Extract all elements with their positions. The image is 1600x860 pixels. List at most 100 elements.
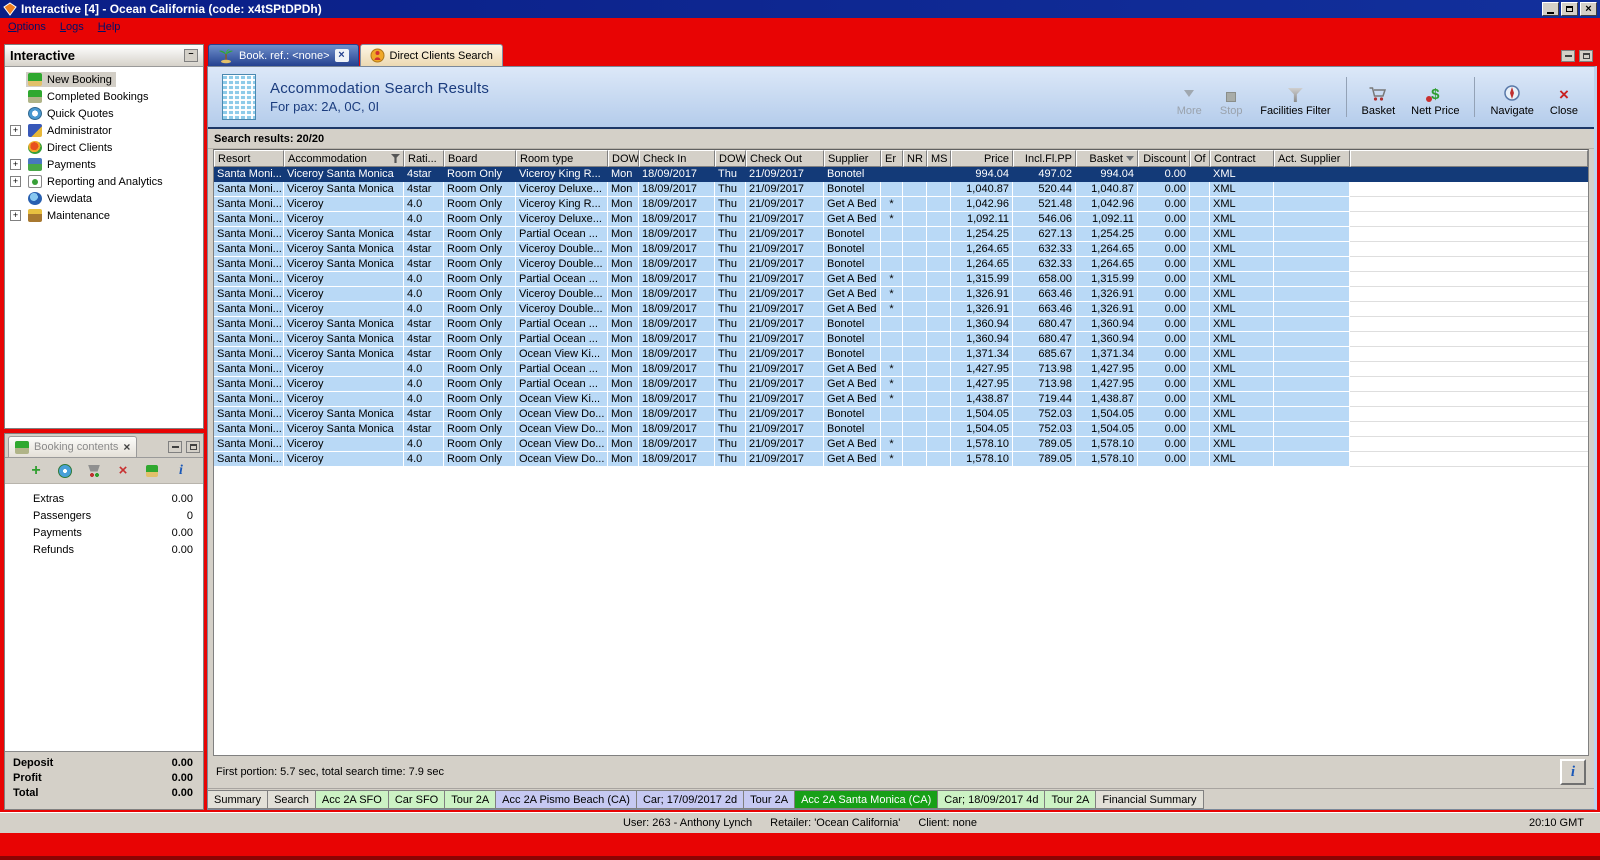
itinerary-tab[interactable]: Acc 2A Pismo Beach (CA) [496,790,637,809]
result-row[interactable]: Santa Moni... Viceroy 4.0 Room Only Viceroy … [214,197,1588,212]
sidebar-item[interactable]: + Administrator [5,122,203,139]
result-row[interactable]: Santa Moni... Viceroy 4.0 Room Only Ocean Vi… [214,392,1588,407]
expand-icon[interactable]: + [10,210,21,221]
column-header[interactable]: MS [927,150,951,167]
tab-booking-ref[interactable]: Book. ref.: <none> × [208,44,359,66]
result-cell [1190,317,1210,332]
tab-direct-clients-search[interactable]: Direct Clients Search [359,44,503,66]
result-row[interactable]: Santa Moni... Viceroy Santa Monica 4star Ro… [214,347,1588,362]
close-panel-icon[interactable]: × [123,441,130,453]
workspace-maximize-button[interactable] [1579,50,1593,62]
result-row[interactable]: Santa Moni... Viceroy Santa Monica 4star Ro… [214,167,1588,182]
itinerary-tab[interactable]: Car; 17/09/2017 2d [636,790,745,809]
column-header[interactable]: Er [881,150,903,167]
result-row[interactable]: Santa Moni... Viceroy Santa Monica 4star Ro… [214,332,1588,347]
column-header[interactable]: Price [951,150,1013,167]
menu-item[interactable]: Options [8,21,46,33]
info-button[interactable]: i [1560,759,1586,785]
column-header[interactable]: Of [1190,150,1210,167]
result-row[interactable]: Santa Moni... Viceroy 4.0 Room Only Ocean Vi… [214,452,1588,467]
expand-icon[interactable]: + [10,125,21,136]
column-header[interactable]: DOW [715,150,746,167]
column-header-label: Board [448,152,478,165]
result-row[interactable]: Santa Moni... Viceroy 4.0 Room Only Viceroy … [214,287,1588,302]
result-row[interactable]: Santa Moni... Viceroy 4.0 Room Only Viceroy … [214,212,1588,227]
more-button[interactable]: More [1170,75,1208,119]
booking-toolbar-button[interactable] [115,463,131,479]
booking-contents-tab[interactable]: Booking contents × [8,436,138,457]
column-header[interactable]: Board [444,150,516,167]
basket-button[interactable]: Basket [1356,75,1402,119]
booking-toolbar-button[interactable] [86,463,102,479]
column-header[interactable]: Accommodation [284,150,404,167]
column-filter-icon[interactable] [391,154,400,163]
itinerary-tab[interactable]: Tour 2A [744,790,796,809]
itinerary-tab[interactable]: Summary [208,790,269,809]
sidebar-item[interactable]: + Quick Quotes [5,105,203,122]
result-row[interactable]: Santa Moni... Viceroy 4.0 Room Only Partial … [214,362,1588,377]
itinerary-tab[interactable]: Car; 18/09/2017 4d [938,790,1046,809]
result-row[interactable]: Santa Moni... Viceroy 4.0 Room Only Ocean Vi… [214,437,1588,452]
itinerary-tab[interactable]: Tour 2A [445,790,497,809]
nett-price-button[interactable]: $ Nett Price [1405,75,1465,119]
stop-button[interactable]: Stop [1212,75,1250,119]
itinerary-tab[interactable]: Acc 2A SFO [315,790,389,809]
result-row[interactable]: Santa Moni... Viceroy Santa Monica 4star Ro… [214,242,1588,257]
column-header[interactable]: Room type [516,150,608,167]
booking-toolbar-button[interactable] [28,463,44,479]
result-row[interactable]: Santa Moni... Viceroy Santa Monica 4star Ro… [214,227,1588,242]
column-header[interactable]: Act. Supplier [1274,150,1350,167]
result-row[interactable]: Santa Moni... Viceroy Santa Monica 4star Ro… [214,317,1588,332]
booking-toolbar-button[interactable] [144,463,160,479]
result-row[interactable]: Santa Moni... Viceroy 4.0 Room Only Viceroy … [214,302,1588,317]
column-header[interactable]: Check Out [746,150,824,167]
sidebar-item[interactable]: + Direct Clients [5,139,203,156]
collapse-panel-button[interactable]: – [184,49,198,62]
itinerary-tab[interactable]: Tour 2A [1045,790,1097,809]
itinerary-tab[interactable]: Car SFO [388,790,446,809]
expand-icon[interactable]: + [10,159,21,170]
close-tab-icon[interactable]: × [334,49,349,62]
facilities-filter-button[interactable]: Facilities Filter [1254,75,1336,119]
sidebar-item[interactable]: + Maintenance [5,207,203,224]
column-header[interactable]: DOW [608,150,639,167]
column-header[interactable]: Contract [1210,150,1274,167]
expand-icon[interactable]: + [10,176,21,187]
result-row[interactable]: Santa Moni... Viceroy 4.0 Room Only Partial … [214,272,1588,287]
column-header[interactable]: Supplier [824,150,881,167]
sidebar-item[interactable]: + Reporting and Analytics [5,173,203,190]
column-header[interactable]: NR [903,150,927,167]
close-window-button[interactable]: × [1580,2,1597,16]
itinerary-tab[interactable]: Acc 2A Santa Monica (CA) [795,790,939,809]
sidebar-item[interactable]: + New Booking [5,71,203,88]
result-cell: Viceroy Double... [516,257,608,272]
menu-item[interactable]: Logs [60,21,84,33]
column-header[interactable]: Check In [639,150,715,167]
result-row[interactable]: Santa Moni... Viceroy Santa Monica 4star Ro… [214,422,1588,437]
minimize-button[interactable] [1542,2,1559,16]
close-results-button[interactable]: × Close [1544,75,1584,119]
panel-maximize-button[interactable] [186,440,200,453]
workspace-minimize-button[interactable] [1561,50,1575,62]
result-row[interactable]: Santa Moni... Viceroy Santa Monica 4star Ro… [214,257,1588,272]
column-header[interactable]: Discount [1138,150,1190,167]
itinerary-tab[interactable]: Financial Summary [1096,790,1204,809]
sidebar-item[interactable]: + Payments [5,156,203,173]
sidebar-item[interactable]: + Viewdata [5,190,203,207]
booking-toolbar-button[interactable] [57,463,73,479]
menu-item[interactable]: Help [98,21,121,33]
panel-minimize-button[interactable] [168,440,182,453]
column-header[interactable]: Incl.Fl.PP [1013,150,1076,167]
restore-button[interactable] [1561,2,1578,16]
result-row[interactable]: Santa Moni... Viceroy 4.0 Room Only Partial … [214,377,1588,392]
sidebar-item[interactable]: + Completed Bookings [5,88,203,105]
column-header[interactable]: Rati... [404,150,444,167]
column-header[interactable]: Basket [1076,150,1138,167]
result-row[interactable]: Santa Moni... Viceroy Santa Monica 4star Ro… [214,182,1588,197]
result-row[interactable]: Santa Moni... Viceroy Santa Monica 4star Ro… [214,407,1588,422]
navigate-button[interactable]: Navigate [1484,75,1539,119]
column-header[interactable]: Resort [214,150,284,167]
suitcase-icon [15,440,29,454]
booking-toolbar-button[interactable] [173,463,189,479]
itinerary-tab[interactable]: Search [268,790,316,809]
